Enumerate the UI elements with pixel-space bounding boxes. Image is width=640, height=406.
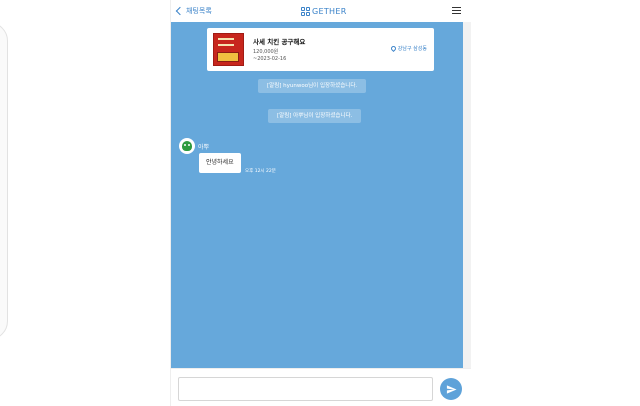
message-input[interactable] xyxy=(178,377,433,401)
send-button[interactable] xyxy=(440,378,462,400)
sender-name: 아뿌 xyxy=(198,143,210,151)
hamburger-menu-icon[interactable] xyxy=(452,7,461,14)
map-pin-icon xyxy=(389,44,397,53)
message-sender: 아뿌 xyxy=(179,138,209,154)
back-to-chat-list-button[interactable]: 채팅목록 xyxy=(175,5,212,17)
product-thumbnail xyxy=(213,33,244,66)
product-location: 강남구 삼성동 xyxy=(389,44,427,53)
system-notice: [알림] hyunwoo님이 입장하셨습니다. xyxy=(258,79,367,93)
chat-message-area[interactable]: 사세 치킨 공구해요 120,000원 ~2023-02-16 강남구 삼성동 … xyxy=(171,22,463,368)
message-bubble: 안녕하세요 xyxy=(199,153,241,173)
page: 채팅목록 GETHER 사세 치킨 공구해요 120,000원 ~2023-02… xyxy=(0,0,640,406)
message-timestamp: 오후 12시 22분 xyxy=(245,169,276,174)
product-info: 사세 치킨 공구해요 120,000원 ~2023-02-16 xyxy=(253,36,305,63)
chevron-left-icon xyxy=(175,6,185,16)
brand-name: GETHER xyxy=(312,6,347,16)
scrollbar[interactable] xyxy=(463,22,471,368)
top-navigation-bar: 채팅목록 GETHER xyxy=(171,0,471,22)
background-device-edge xyxy=(0,22,8,340)
product-deadline: ~2023-02-16 xyxy=(253,56,287,62)
product-card[interactable]: 사세 치킨 공구해요 120,000원 ~2023-02-16 강남구 삼성동 xyxy=(207,28,434,71)
product-price: 120,000원 xyxy=(253,49,279,55)
brand-logo: GETHER xyxy=(301,5,347,17)
back-label: 채팅목록 xyxy=(186,7,212,15)
message-composer xyxy=(171,368,471,406)
paper-plane-icon xyxy=(446,384,457,394)
location-label: 강남구 삼성동 xyxy=(397,46,427,52)
system-notice: [알림] 아뿌님이 입장하셨습니다. xyxy=(268,109,362,123)
avatar[interactable] xyxy=(179,138,195,154)
chat-room-screen: 채팅목록 GETHER 사세 치킨 공구해요 120,000원 ~2023-02… xyxy=(170,0,471,406)
gether-logo-icon xyxy=(301,6,310,16)
product-title: 사세 치킨 공구해요 xyxy=(253,38,306,46)
